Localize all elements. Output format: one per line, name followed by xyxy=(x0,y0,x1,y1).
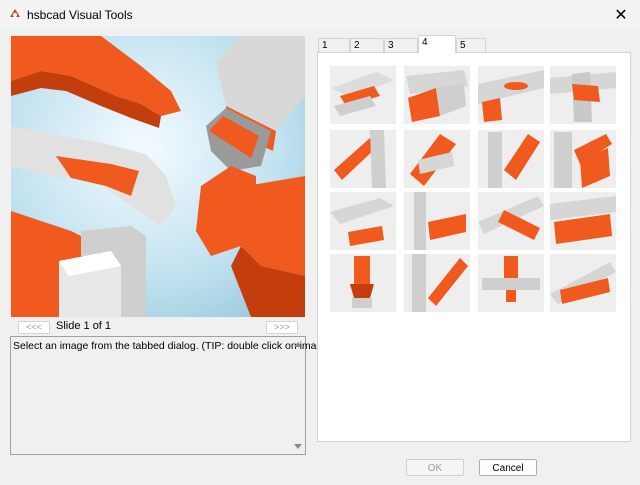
thumb-2[interactable] xyxy=(404,66,470,124)
thumb-10[interactable] xyxy=(404,192,470,250)
thumbnail-panel xyxy=(317,52,631,442)
next-slide-button[interactable]: >>> xyxy=(266,321,298,334)
slide-counter: Slide 1 of 1 xyxy=(56,320,112,332)
thumb-8[interactable] xyxy=(550,130,616,188)
window-title: hsbcad Visual Tools xyxy=(27,8,133,22)
tab-5[interactable]: 5 xyxy=(456,38,486,52)
thumb-7[interactable] xyxy=(478,130,544,188)
thumb-11[interactable] xyxy=(478,192,544,250)
tab-2[interactable]: 2 xyxy=(350,38,384,52)
cancel-button[interactable]: Cancel xyxy=(479,459,537,476)
thumb-16[interactable] xyxy=(550,254,616,312)
tab-4[interactable]: 4 xyxy=(418,35,456,53)
close-button[interactable]: ✕ xyxy=(604,1,638,28)
thumb-12[interactable] xyxy=(550,192,616,250)
thumb-9[interactable] xyxy=(330,192,396,250)
description-textarea[interactable]: Select an image from the tabbed dialog. … xyxy=(10,336,332,455)
hsbcad-app-icon xyxy=(10,9,20,18)
close-icon: ✕ xyxy=(614,6,628,24)
tab-1[interactable]: 1 xyxy=(318,38,350,52)
title-bar: hsbcad Visual Tools ✕ xyxy=(0,0,640,30)
thumb-6[interactable] xyxy=(404,130,470,188)
thumb-13[interactable] xyxy=(330,254,396,312)
preview-image xyxy=(11,36,305,317)
thumb-3[interactable] xyxy=(478,66,544,124)
tab-3[interactable]: 3 xyxy=(384,38,418,52)
ok-button[interactable]: OK xyxy=(406,459,464,476)
thumb-4[interactable] xyxy=(550,66,616,124)
description-scrollbar[interactable] xyxy=(291,337,305,454)
thumb-1[interactable] xyxy=(330,66,396,124)
thumb-15[interactable] xyxy=(478,254,544,312)
description-text: Select an image from the tabbed dialog. … xyxy=(13,340,332,352)
thumb-5[interactable] xyxy=(330,130,396,188)
thumb-14[interactable] xyxy=(404,254,470,312)
previous-slide-button[interactable]: <<< xyxy=(18,321,50,334)
scroll-down-arrow-icon[interactable] xyxy=(294,444,302,449)
scroll-up-arrow-icon[interactable] xyxy=(294,342,302,347)
